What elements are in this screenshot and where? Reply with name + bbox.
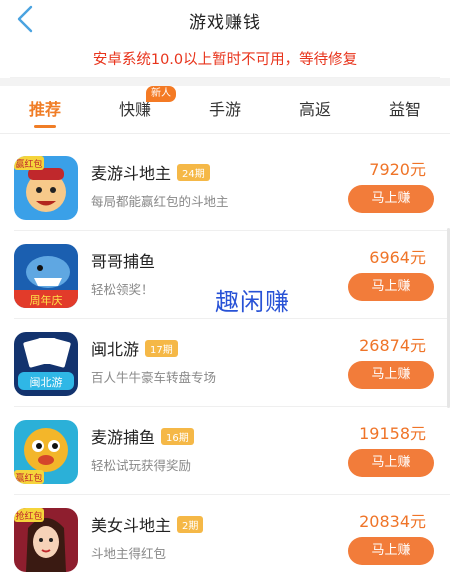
icon-label: 赢红包 <box>15 472 42 484</box>
row-divider <box>14 230 450 231</box>
game-description: 斗地主得红包 <box>91 546 167 561</box>
period-badge: 17期 <box>145 340 178 357</box>
game-description: 轻松领奖！ <box>91 282 154 297</box>
game-name: 麦游斗地主 24期 <box>91 160 210 184</box>
icon-label: 赢红包 <box>15 158 42 170</box>
game-description: 轻松试玩获得奖励 <box>91 458 192 473</box>
reward-amount: 26874元 <box>359 336 426 355</box>
category-tabs: 推荐 快赚 手游 高返 益智 <box>0 86 450 134</box>
earn-now-button[interactable]: 马上赚 <box>348 537 434 565</box>
landlord-cards-game-icon: 赢红包 <box>14 156 78 220</box>
game-description: 每局都能赢红包的斗地主 <box>91 194 229 209</box>
icon-label: 抢红包 <box>15 510 42 522</box>
game-description: 百人牛牛豪车转盘专场 <box>91 370 217 385</box>
earn-now-button[interactable]: 马上赚 <box>348 185 434 213</box>
game-name-text: 麦游捕鱼 <box>91 428 156 447</box>
watermark-text: 趣闲赚 <box>215 288 290 316</box>
reward-amount: 6964元 <box>369 248 426 267</box>
reward-amount: 19158元 <box>359 424 426 443</box>
game-name-text: 闽北游 <box>91 340 140 359</box>
list-item[interactable]: 抢红包 美女斗地主 2期 斗地主得红包 20834元 马上赚 <box>0 508 450 585</box>
row-divider <box>14 406 450 407</box>
period-badge: 16期 <box>161 428 194 445</box>
earn-now-button[interactable]: 马上赚 <box>348 273 434 301</box>
game-name-text: 美女斗地主 <box>91 516 172 535</box>
shark-fishing-game-icon: 周年庆 <box>14 244 78 308</box>
girl-landlord-game-icon: 抢红包 <box>14 508 78 572</box>
row-divider <box>14 318 450 319</box>
back-arrow-icon <box>17 5 33 33</box>
game-name: 美女斗地主 2期 <box>91 512 204 536</box>
period-badge: 24期 <box>177 164 210 181</box>
back-button[interactable] <box>10 2 40 36</box>
icon-label: 周年庆 <box>30 293 63 307</box>
game-name: 闽北游 17期 <box>91 336 178 360</box>
icon-label: 闽北游 <box>30 376 63 389</box>
row-divider <box>14 494 450 495</box>
tab-mobile-games[interactable]: 手游 <box>180 86 270 134</box>
pufferfish-game-icon: 赢红包 <box>14 420 78 484</box>
tab-recommend[interactable]: 推荐 <box>0 86 90 134</box>
game-name-text: 麦游斗地主 <box>91 164 172 183</box>
new-user-badge: 新人 <box>146 86 176 102</box>
reward-amount: 7920元 <box>369 160 426 179</box>
reward-amount: 20834元 <box>359 512 426 531</box>
game-name: 哥哥捕鱼 <box>91 248 155 272</box>
poker-cards-game-icon: 闽北游 <box>14 332 78 396</box>
period-badge: 2期 <box>177 516 204 533</box>
game-name: 麦游捕鱼 16期 <box>91 424 194 448</box>
app-header: 游戏赚钱 <box>0 0 450 40</box>
earn-now-button[interactable]: 马上赚 <box>348 361 434 389</box>
earn-now-button[interactable]: 马上赚 <box>348 449 434 477</box>
game-name-text: 哥哥捕鱼 <box>91 252 156 271</box>
tab-high-return[interactable]: 高返 <box>270 86 360 134</box>
tab-puzzle[interactable]: 益智 <box>360 86 450 134</box>
page-title: 游戏赚钱 <box>189 12 261 33</box>
system-notice: 安卓系统10.0以上暂时不可用，等待修复 <box>10 40 440 78</box>
